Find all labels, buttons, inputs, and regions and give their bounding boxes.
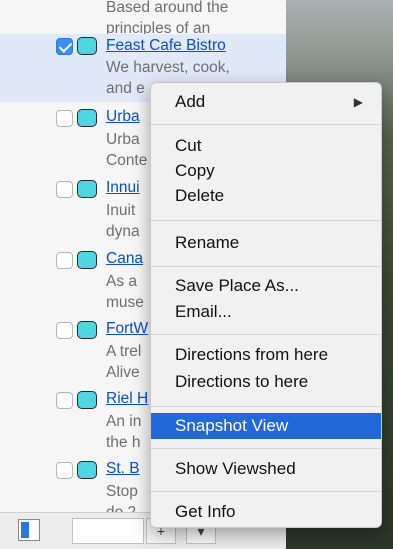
menu-item-get-info[interactable]: Get Info [151,499,381,525]
toggle-sidebar-icon[interactable] [18,519,40,541]
place-description: Based around the [106,0,229,16]
placemark-icon [77,321,97,339]
place-description: As a [106,273,138,290]
menu-item-directions-from-here[interactable]: Directions from here [151,342,381,368]
menu-separator [151,448,381,449]
menu-item-cut[interactable]: Cut [151,133,381,159]
place-title-link[interactable]: Innui [106,179,140,197]
visibility-checkbox[interactable] [56,110,73,127]
place-description: Stop [106,483,138,500]
menu-item-show-viewshed[interactable]: Show Viewshed [151,456,381,482]
place-description: the h [106,434,141,451]
menu-separator [151,220,381,221]
place-description: Conte [106,152,148,169]
menu-item-save-place-as[interactable]: Save Place As... [151,273,381,299]
visibility-checkbox[interactable] [56,181,73,198]
visibility-checkbox[interactable] [56,252,73,269]
place-title-link[interactable]: Feast Cafe Bistro [106,37,226,55]
place-description: and e [106,80,145,97]
menu-separator [151,124,381,125]
placemark-icon [77,109,97,127]
placemark-icon [77,251,97,269]
place-description: Alive [106,364,140,381]
placemark-icon [77,180,97,198]
place-description: An in [106,413,142,430]
submenu-arrow-icon: ▶ [353,95,363,109]
place-title-link[interactable]: Cana [106,250,143,268]
menu-item-rename[interactable]: Rename [151,230,381,256]
menu-item-snapshot-view[interactable]: Snapshot View [151,413,381,439]
visibility-checkbox[interactable] [56,322,73,339]
menu-item-copy[interactable]: Copy [151,158,381,184]
place-description: dyna [106,223,140,240]
placemark-icon [77,37,97,55]
visibility-checkbox[interactable] [56,38,73,55]
menu-separator [151,266,381,267]
menu-separator [151,406,381,407]
place-description: We harvest, cook, [106,59,230,76]
place-description: A trel [106,343,142,360]
place-title-link[interactable]: FortW [106,320,148,338]
menu-item-email[interactable]: Email... [151,299,381,325]
place-title-link[interactable]: Riel H [106,390,148,408]
visibility-checkbox[interactable] [56,392,73,409]
search-field[interactable] [72,518,144,544]
place-title-link[interactable]: Urba [106,108,140,126]
place-description: Urba [106,131,140,148]
placemark-icon [77,461,97,479]
menu-item-add[interactable]: Add ▶ [151,89,381,115]
place-description: muse [106,294,144,311]
place-title-link[interactable]: St. B [106,460,140,478]
placemark-icon [77,391,97,409]
menu-item-directions-to-here[interactable]: Directions to here [151,369,381,395]
visibility-checkbox[interactable] [56,462,73,479]
menu-separator [151,491,381,492]
place-description: Inuit [106,202,136,219]
place-description: do 2 [106,503,136,512]
menu-item-delete[interactable]: Delete [151,183,381,209]
menu-separator [151,334,381,335]
context-menu: Add ▶ Cut Copy Delete Rename Save Place … [150,82,382,528]
